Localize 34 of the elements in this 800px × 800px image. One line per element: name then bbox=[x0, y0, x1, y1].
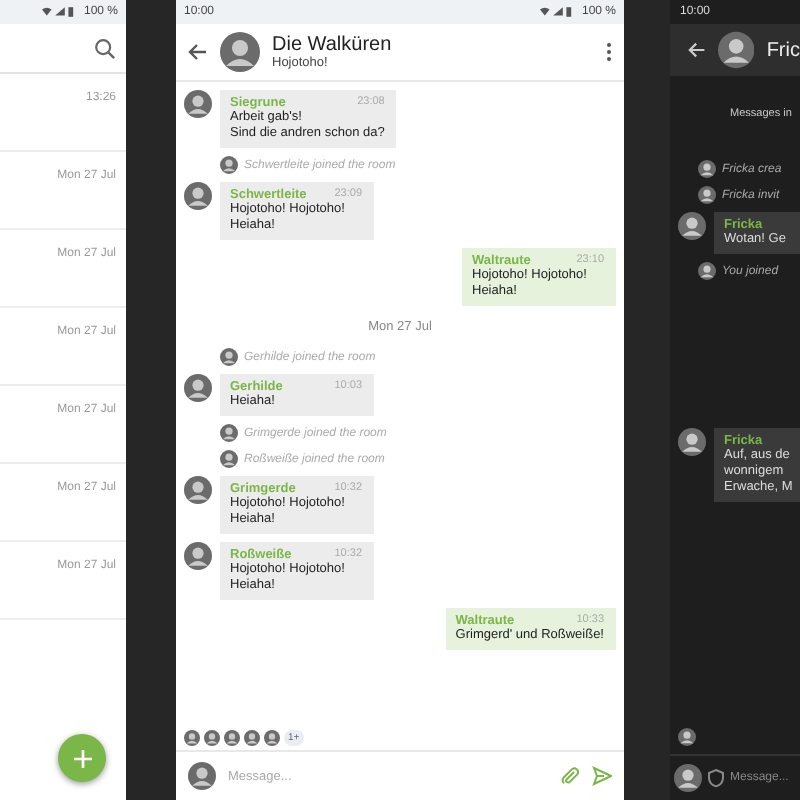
avatar-icon bbox=[204, 730, 220, 746]
avatar-icon bbox=[184, 374, 212, 402]
avatar-icon bbox=[244, 730, 260, 746]
avatar-icon bbox=[678, 428, 706, 456]
room-name: Die Walküren bbox=[272, 34, 394, 56]
room-name: Fric bbox=[766, 39, 800, 61]
avatar-icon bbox=[224, 730, 240, 746]
avatar-icon bbox=[698, 262, 716, 280]
avatar-icon bbox=[674, 764, 702, 792]
avatar-icon bbox=[698, 160, 716, 178]
avatar-icon bbox=[678, 212, 706, 240]
back-icon[interactable] bbox=[188, 42, 208, 62]
avatar-icon bbox=[220, 348, 238, 366]
status-icons-drawing bbox=[41, 6, 78, 18]
avatar-icon bbox=[184, 730, 200, 746]
avatar-icon bbox=[220, 32, 260, 72]
avatar-icon bbox=[220, 450, 238, 468]
avatar-icon bbox=[264, 730, 280, 746]
avatar-icon bbox=[184, 90, 212, 118]
avatar-icon bbox=[220, 156, 238, 174]
search-icon[interactable] bbox=[94, 37, 116, 59]
plus-icon bbox=[73, 749, 91, 767]
more-icon[interactable] bbox=[606, 42, 612, 62]
avatar-icon bbox=[188, 762, 216, 790]
avatar-icon bbox=[678, 728, 696, 746]
avatar-icon bbox=[220, 424, 238, 442]
shield-icon[interactable] bbox=[706, 768, 726, 788]
avatar-icon bbox=[698, 186, 716, 204]
avatar-icon bbox=[184, 182, 212, 210]
paperclip-icon[interactable] bbox=[560, 766, 580, 786]
status-icons-drawing bbox=[539, 6, 576, 18]
avatar-icon bbox=[718, 30, 755, 70]
avatar-icon bbox=[184, 542, 212, 570]
avatar-icon bbox=[184, 476, 212, 504]
